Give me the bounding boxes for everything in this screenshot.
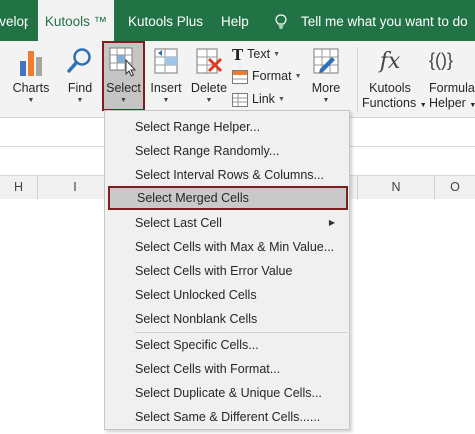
link-label: Link [252,92,275,106]
formula-helper-label-2-text: Helper [429,96,466,110]
tab-kutools-plus[interactable]: Kutools Plus [128,0,203,41]
chevron-down-icon: ▼ [120,97,127,104]
link-icon [232,92,248,107]
menu-item-select-cells-error-value[interactable]: Select Cells with Error Value [135,259,345,283]
select-button[interactable]: Select ▼ [102,41,145,111]
kutools-functions-button[interactable]: fx Kutools Functions ▼ [362,41,427,113]
select-label: Select [106,81,141,95]
format-icon [232,69,248,84]
column-header-i[interactable]: I [38,176,113,199]
lightbulb-icon [275,14,287,29]
column-header-n[interactable]: N [357,176,435,199]
select-cells-icon [109,47,137,77]
function-fx-icon: fx [379,49,401,74]
text-button[interactable]: T Text ▼ [232,44,280,64]
menu-item-select-duplicate-unique[interactable]: Select Duplicate & Unique Cells... [135,381,345,405]
menu-item-select-last-cell[interactable]: Select Last Cell ▶ [135,211,345,235]
column-header-h[interactable]: H [0,176,38,199]
tab-developer[interactable]: Developer [0,0,28,41]
more-button[interactable]: More ▼ [304,41,348,111]
menu-item-select-unlocked-cells[interactable]: Select Unlocked Cells [135,283,345,307]
ribbon-group-divider [357,47,358,113]
more-tools-icon [313,48,339,74]
menu-item-select-range-helper[interactable]: Select Range Helper... [135,115,345,139]
menu-item-select-range-randomly[interactable]: Select Range Randomly... [135,139,345,163]
find-button[interactable]: Find ▼ [60,41,100,111]
kutools-functions-label-1: Kutools [369,81,411,95]
chevron-down-icon: ▼ [277,95,285,103]
link-button[interactable]: Link ▼ [232,89,285,109]
menu-item-select-merged-cells[interactable]: Select Merged Cells [108,186,348,210]
menu-item-select-cells-max-min[interactable]: Select Cells with Max & Min Value... [135,235,345,259]
chevron-down-icon: ▼ [469,102,475,109]
menu-item-select-last-cell-label: Select Last Cell [135,216,222,230]
kutools-functions-label-2: Functions ▼ [362,96,427,113]
chevron-down-icon: ▼ [205,97,213,104]
menu-item-select-cells-with-format[interactable]: Select Cells with Format... [135,357,345,381]
formula-helper-button[interactable]: {()} Formula Helper ▼ [425,41,475,111]
select-dropdown-menu: Select Range Helper... Select Range Rand… [104,110,350,430]
menu-item-select-interval-rows-columns[interactable]: Select Interval Rows & Columns... [135,163,345,187]
menu-item-select-specific-cells[interactable]: Select Specific Cells... [135,333,345,357]
chevron-down-icon: ▼ [322,97,330,104]
delete-label: Delete [190,81,228,95]
more-label: More [311,81,341,95]
column-header-o[interactable]: O [435,176,475,199]
chevron-down-icon: ▼ [162,97,170,104]
tell-me-search[interactable]: Tell me what you want to do [301,0,468,44]
bar-chart-icon [20,51,42,76]
magnifier-icon [67,48,91,73]
formula-braces-icon: {()} [429,50,454,70]
charts-label: Charts [12,81,50,95]
insert-rows-icon [154,48,178,74]
format-label: Format [252,69,292,83]
delete-button[interactable]: Delete ▼ [188,41,230,111]
formula-helper-label-1: Formula [429,81,475,95]
submenu-arrow-icon: ▶ [328,218,335,227]
menu-item-select-same-different[interactable]: Select Same & Different Cells...... [135,405,345,429]
formula-helper-label-2: Helper ▼ [429,96,475,113]
find-label: Find [67,81,93,95]
insert-button[interactable]: Insert ▼ [146,41,186,111]
kutools-functions-label-2-text: Functions [362,96,417,110]
chevron-down-icon: ▼ [273,50,281,58]
chevron-down-icon: ▼ [76,97,84,104]
delete-cells-icon [196,48,223,74]
insert-label: Insert [150,81,182,95]
format-button[interactable]: Format ▼ [232,66,302,86]
text-icon: T [232,45,244,64]
tab-help[interactable]: Help [221,0,249,41]
chevron-down-icon: ▼ [27,97,35,104]
menu-item-select-nonblank-cells[interactable]: Select Nonblank Cells [135,307,345,331]
chevron-down-icon: ▼ [294,72,302,80]
text-label: Text [247,47,271,61]
charts-button[interactable]: Charts ▼ [8,41,54,111]
ribbon-tab-bar: Developer Kutools ™ Kutools Plus Help Te… [0,0,475,41]
tab-kutools[interactable]: Kutools ™ [38,0,114,41]
